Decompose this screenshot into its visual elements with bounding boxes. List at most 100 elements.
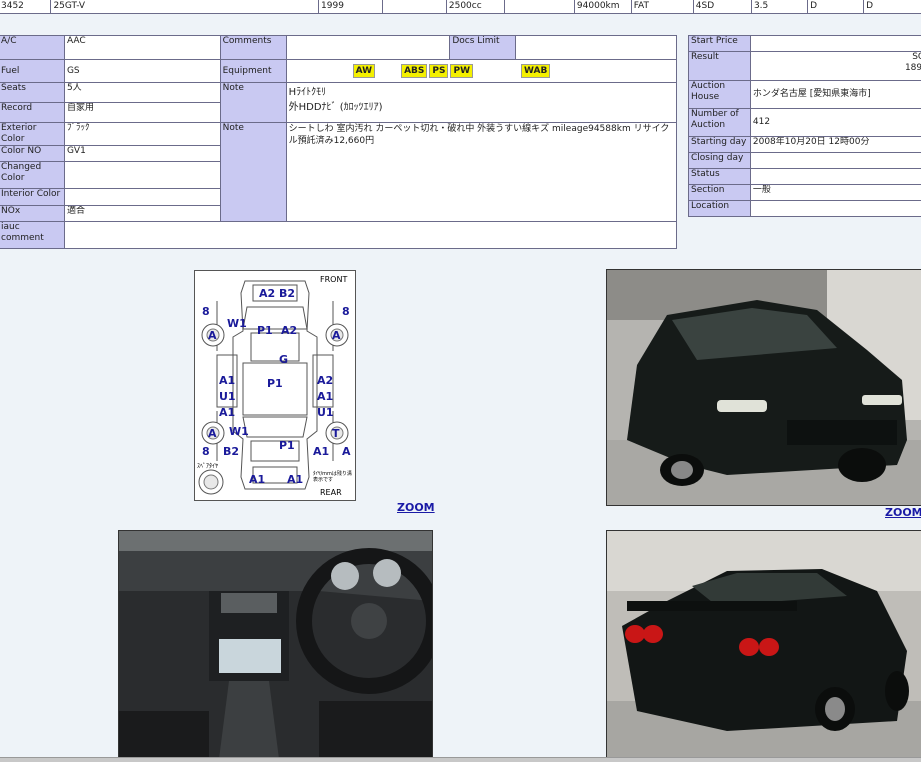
result-label: Result xyxy=(688,51,751,81)
closing-day-label: Closing day xyxy=(688,152,751,169)
note1-line1: Hﾗｲﾄｸﾓﾘ xyxy=(288,87,327,98)
front-photo-graphic xyxy=(607,270,921,505)
mark-a2-right-front: A2 xyxy=(317,374,334,387)
result-line2: 189, xyxy=(904,63,921,73)
mark-a1-left-rear: A1 xyxy=(219,406,236,419)
closing-day-value xyxy=(749,152,921,169)
fuel-label: Fuel xyxy=(0,59,65,83)
fuel-value: GS xyxy=(63,59,221,83)
front-label: FRONT xyxy=(320,275,348,284)
location-value xyxy=(749,200,921,217)
interior-color-label: Interior Color xyxy=(0,188,65,206)
year-cell: 1999 xyxy=(318,0,384,14)
docs-limit-value xyxy=(515,35,677,60)
result-value: SO 189, xyxy=(749,51,921,81)
mark-a1-right: A1 xyxy=(317,390,334,403)
equipment-list: AW ABS PS PW WAB xyxy=(285,59,678,83)
blank-cell-2 xyxy=(504,0,575,14)
mark-p1-front: P1 xyxy=(257,324,273,337)
start-price-value xyxy=(749,35,921,52)
record-label: Record xyxy=(0,102,65,123)
nox-label: NOx xyxy=(0,205,65,222)
equipment-badge-pw: PW xyxy=(450,64,474,78)
car-photo-front[interactable] xyxy=(606,269,921,506)
note2-value: シートしわ 室内汚れ カーペット切れ・破れ中 外装うすい線キズ mileage9… xyxy=(285,122,678,222)
mark-u1-left: U1 xyxy=(219,390,236,403)
comments-value xyxy=(285,35,451,60)
mark-a1-bumper-right: A1 xyxy=(287,473,304,486)
equipment-label: Equipment xyxy=(219,59,287,83)
mark-p1-trunk: P1 xyxy=(279,439,295,452)
top-strip-table: 3452 25GT-V 1999 2500cc 94000km FAT 4SD … xyxy=(0,0,921,14)
interior-photo-graphic xyxy=(119,531,432,759)
displacement-cell: 2500cc xyxy=(445,0,506,14)
exterior-color-value: ﾌﾞﾗｯｸ xyxy=(63,122,221,146)
mark-u1-right: U1 xyxy=(317,406,334,419)
mark-a2-front: A2 xyxy=(281,324,298,337)
record-value: 自家用 xyxy=(63,102,221,123)
status-label: Status xyxy=(688,168,751,185)
comments-label: Comments xyxy=(219,35,287,60)
tread-rl: 8 xyxy=(202,445,210,458)
grade-cell: 25GT-V xyxy=(50,0,320,14)
wheel-rl-a: A xyxy=(208,427,217,440)
changed-color-value xyxy=(63,161,221,189)
equipment-badge-wab: WAB xyxy=(521,64,551,78)
result-line1: SO xyxy=(912,52,921,63)
auction-info-table: Start Price Result SO 189, Auction House… xyxy=(688,35,921,217)
transmission-cell: FAT xyxy=(630,0,694,14)
note2-label: Note xyxy=(219,122,287,222)
tread-fr: 8 xyxy=(342,305,350,318)
mark-a1-bumper-left: A1 xyxy=(249,473,266,486)
wheel-fl-a: A xyxy=(208,329,217,342)
status-value xyxy=(749,168,921,185)
changed-color-label: Changed Color xyxy=(0,161,65,189)
inspection-sheet[interactable]: FRONT REAR ｽﾍﾟｱﾀｲﾔ ﾀｲﾔ/mmは残り溝表示です A2 B2 … xyxy=(194,270,356,501)
equipment-badge-abs: ABS xyxy=(401,64,428,78)
blank-cell xyxy=(382,0,447,14)
auction-house-label: Auction House xyxy=(688,80,751,109)
start-price-label: Start Price xyxy=(688,35,751,52)
location-label: Location xyxy=(688,200,751,217)
seats-label: Seats xyxy=(0,82,65,103)
tread-rr: A xyxy=(342,445,351,458)
rear-photo-graphic xyxy=(607,531,921,759)
tread-fl: 8 xyxy=(202,305,210,318)
mark-b2-rear-left: B2 xyxy=(223,445,240,458)
note1-line2: 外HDDﾅﾋﾞ (ｶﾛｯﾂｴﾘｱ) xyxy=(288,102,383,113)
car-photo-interior[interactable] xyxy=(118,530,433,760)
section-label: Section xyxy=(688,184,751,201)
ac-label: A/C xyxy=(0,35,65,60)
docs-limit-label: Docs Limit xyxy=(449,35,517,60)
color-no-value: GV1 xyxy=(63,145,221,162)
mark-a1-left-front: A1 xyxy=(219,374,236,387)
vehicle-details-table: A/C AAC Comments Docs Limit Fuel GS Equi… xyxy=(0,35,678,249)
window-status-bar xyxy=(0,757,921,762)
color-no-label: Color NO xyxy=(0,145,65,162)
zoom-link-front-photo[interactable]: ZOOM xyxy=(885,506,921,519)
mark-a1-rear-right: A1 xyxy=(313,445,330,458)
lot-number-cell: 3452 xyxy=(0,0,52,14)
equipment-badge-ps: PS xyxy=(429,64,449,78)
starting-day-value: 2008年10月20日 12時00分 xyxy=(749,136,921,153)
wheel-rr-a: T xyxy=(332,427,340,440)
rear-label: REAR xyxy=(320,488,342,497)
tread-note: ﾀｲﾔ/mmは残り溝表示です xyxy=(313,471,352,483)
interior-grade-cell: D xyxy=(807,0,865,14)
note1-label: Note xyxy=(219,82,287,123)
mark-p1-roof: P1 xyxy=(267,377,283,390)
score-cell: 3.5 xyxy=(750,0,809,14)
seats-value: 5人 xyxy=(63,82,221,103)
zoom-link-inspection-sheet[interactable]: ZOOM xyxy=(397,501,435,514)
iauc-comment-label: iauc comment xyxy=(0,221,65,249)
spare-tire-label: ｽﾍﾟｱﾀｲﾔ xyxy=(197,463,219,470)
car-photo-rear[interactable] xyxy=(606,530,921,760)
iauc-comment-value xyxy=(63,221,678,249)
exterior-grade-cell: D xyxy=(863,0,921,14)
starting-day-label: Starting day xyxy=(688,136,751,153)
auction-house-value: ホンダ名古屋 [愛知県東海市] xyxy=(749,80,921,109)
number-of-auction-label: Number of Auction xyxy=(688,108,751,137)
mark-a1-left-sill: W1 xyxy=(229,425,249,438)
mark-hood-a2b2: A2 B2 xyxy=(259,287,296,300)
wheel-fr-a: A xyxy=(332,329,341,342)
